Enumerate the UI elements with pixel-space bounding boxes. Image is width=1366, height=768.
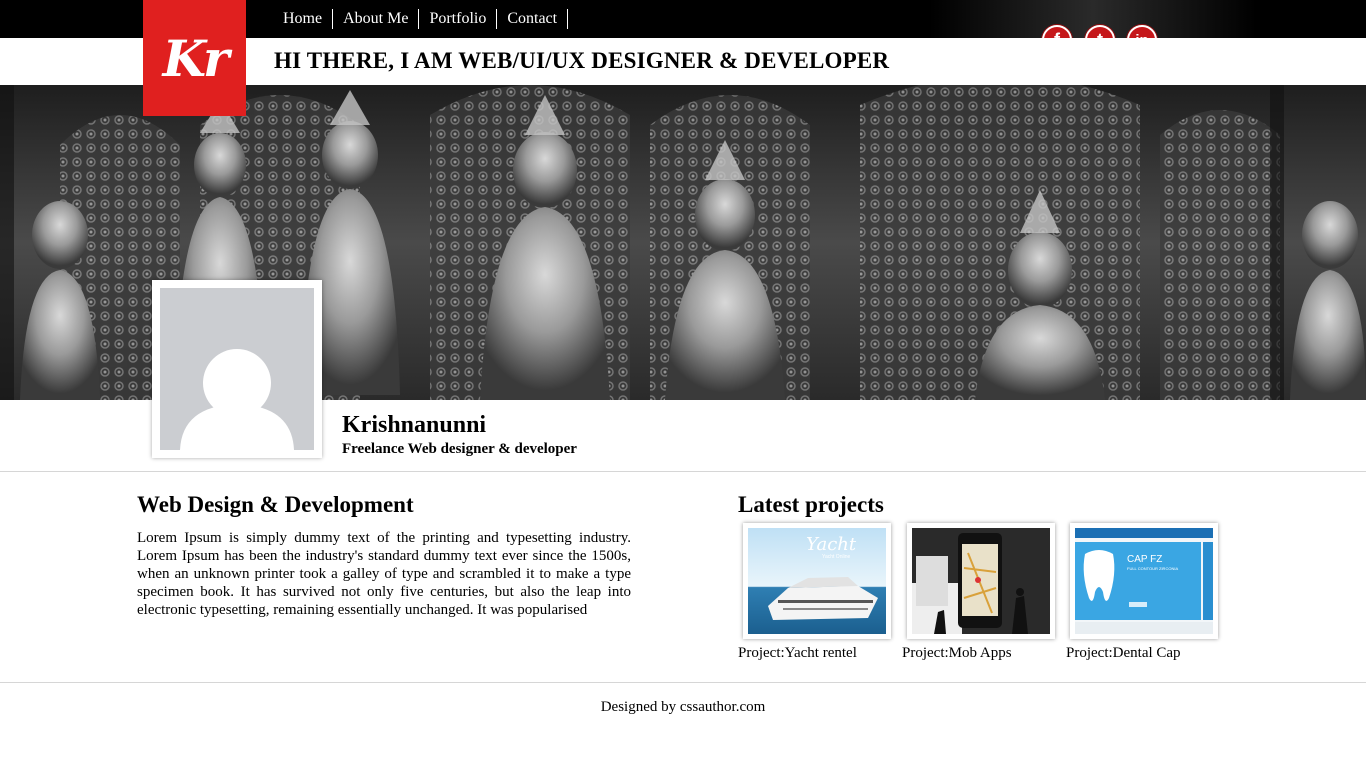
yacht-thumbnail-image: Yacht Yacht Online [748, 528, 886, 634]
page-title: HI THERE, I AM WEB/UI/UX DESIGNER & DEVE… [274, 48, 890, 73]
about-section-title: Web Design & Development [137, 492, 414, 517]
profile-avatar-frame [152, 280, 322, 458]
footer-divider [0, 682, 1366, 683]
profile-name: Krishnanunni [342, 412, 487, 438]
logo[interactable]: Kr [143, 0, 246, 116]
project-caption-mobapps[interactable]: Project:Mob Apps [902, 645, 1012, 662]
project-thumb-mobapps[interactable] [907, 523, 1055, 639]
about-section-text: Lorem Ipsum is simply dummy text of the … [137, 530, 631, 618]
nav-portfolio-link[interactable]: Portfolio [419, 9, 498, 29]
logo-text: Kr [162, 28, 230, 88]
project-caption-dental[interactable]: Project:Dental Cap [1066, 645, 1181, 662]
nav-home-link[interactable]: Home [272, 9, 334, 29]
footer-credit: Designed by cssauthor.com [600, 699, 766, 715]
project-thumb-dental[interactable]: CAP FZ FULL CONTOUR ZIRCONIA [1070, 523, 1218, 639]
dental-logo-text: CAP FZ [1127, 554, 1162, 565]
profile-role: Freelance Web designer & developer [342, 441, 577, 457]
avatar [160, 288, 314, 450]
nav-contact-link[interactable]: Contact [497, 9, 569, 29]
mobapps-thumbnail-image [912, 528, 1050, 634]
user-silhouette-icon [180, 349, 294, 450]
yacht-logo-text: Yacht [806, 534, 857, 555]
svg-text:FULL CONTOUR ZIRCONIA: FULL CONTOUR ZIRCONIA [1127, 566, 1178, 571]
dental-thumbnail-image: CAP FZ FULL CONTOUR ZIRCONIA [1075, 528, 1213, 634]
section-divider [0, 471, 1366, 472]
projects-section-title: Latest projects [738, 492, 884, 517]
project-caption-yacht[interactable]: Project:Yacht rentel [738, 645, 857, 662]
main-nav: Home About Me Portfolio Contact [272, 9, 569, 29]
project-thumb-yacht[interactable]: Yacht Yacht Online [743, 523, 891, 639]
nav-about-link[interactable]: About Me [333, 9, 420, 29]
svg-text:Yacht Online: Yacht Online [822, 554, 850, 560]
